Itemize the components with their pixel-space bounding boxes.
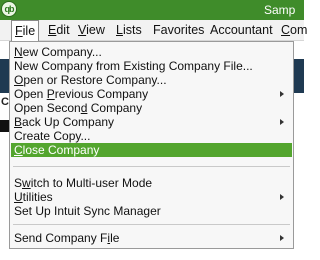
file-menu-dropdown: New Company... New Company from Existing…	[9, 41, 294, 249]
submenu-arrow-icon	[280, 194, 284, 200]
background-banner-right	[294, 59, 304, 93]
menu-lists[interactable]: Lists	[116, 23, 142, 37]
menu-item-label: Utilities	[14, 190, 53, 204]
submenu-arrow-icon	[280, 235, 284, 241]
menu-item-sync-manager[interactable]: Set Up Intuit Sync Manager	[11, 204, 292, 218]
quickbooks-logo-icon[interactable]: qb	[1, 1, 17, 17]
menu-bar: File Edit View Lists Favorites Accountan…	[0, 20, 307, 41]
menu-item-back-up[interactable]: Back Up Company	[11, 115, 292, 129]
background-bar	[0, 120, 9, 132]
menu-item-label: Switch to Multi-user Mode	[14, 176, 153, 190]
menu-item-label: Back Up Company	[14, 115, 115, 129]
menu-item-label: Send Company File	[14, 231, 120, 245]
menu-item-open-or-restore[interactable]: Open or Restore Company...	[11, 73, 292, 87]
menu-item-utilities[interactable]: Utilities	[11, 190, 292, 204]
submenu-arrow-icon	[280, 91, 284, 97]
background-banner	[0, 59, 9, 93]
menu-item-create-copy[interactable]: Create Copy...	[11, 129, 292, 143]
menu-item-switch-multi-user[interactable]: Switch to Multi-user Mode	[11, 176, 292, 190]
menu-item-label: Open or Restore Company...	[14, 73, 167, 87]
background-heading-fragment: C	[1, 96, 9, 108]
menu-separator	[13, 224, 290, 225]
menu-item-label: New Company...	[14, 45, 102, 59]
menu-item-open-second[interactable]: Open Second Company	[11, 101, 292, 115]
menu-item-label: Create Copy...	[14, 129, 91, 143]
title-bar: qb Samp	[0, 0, 304, 20]
window-title: Samp	[264, 3, 296, 17]
menu-edit[interactable]: Edit	[48, 23, 70, 37]
menu-accountant[interactable]: Accountant	[210, 23, 273, 37]
menu-item-new-company[interactable]: New Company...	[11, 45, 292, 59]
menu-file[interactable]: File	[11, 20, 40, 41]
menu-company[interactable]: Com	[281, 23, 307, 37]
menu-item-label: New Company from Existing Company File..…	[14, 59, 253, 73]
menu-item-open-previous[interactable]: Open Previous Company	[11, 87, 292, 101]
menu-item-close-company[interactable]: Close Company	[11, 143, 292, 157]
menu-favorites[interactable]: Favorites	[153, 23, 204, 37]
menu-item-label: Set Up Intuit Sync Manager	[14, 204, 161, 218]
menu-item-label: Open Second Company	[14, 101, 143, 115]
menu-item-new-company-from-existing[interactable]: New Company from Existing Company File..…	[11, 59, 292, 73]
submenu-arrow-icon	[280, 119, 284, 125]
menu-view[interactable]: View	[78, 23, 105, 37]
menu-separator	[13, 166, 290, 167]
menu-item-label: Open Previous Company	[14, 87, 149, 101]
menu-item-label: Close Company	[14, 143, 100, 157]
menu-item-send-company-file[interactable]: Send Company File	[11, 231, 292, 245]
